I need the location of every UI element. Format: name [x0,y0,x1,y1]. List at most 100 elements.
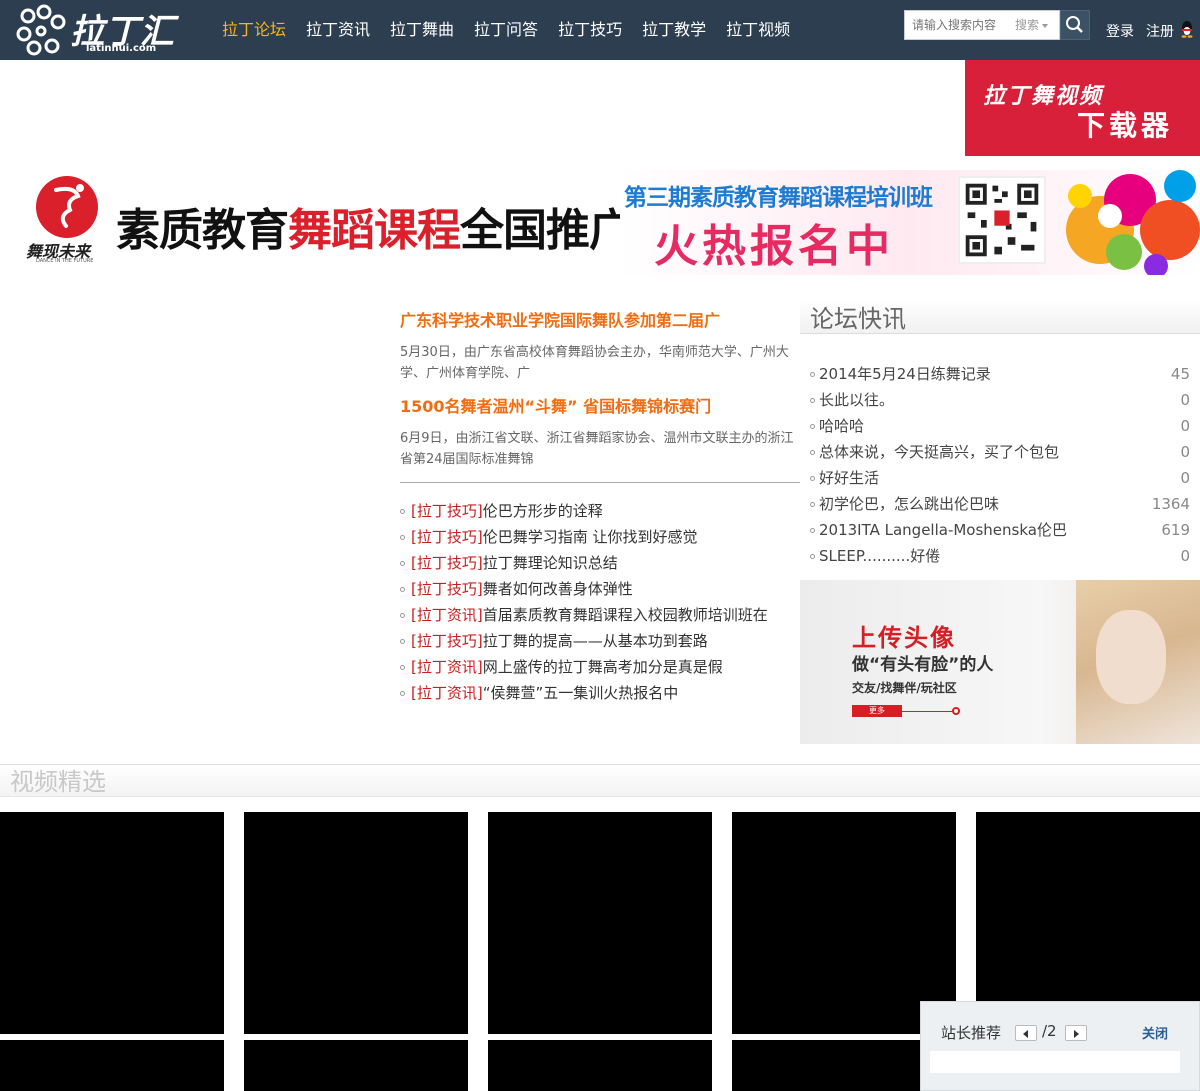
ad-line2: 下载器 [1077,109,1174,142]
video-thumbnail[interactable] [244,812,468,1034]
nav-item-teaching[interactable]: 拉丁教学 [632,0,716,60]
list-item[interactable]: 长此以往。 0 [800,387,1200,413]
search-input[interactable] [905,11,1011,39]
item-title[interactable]: 拉丁舞理论知识总结 [483,554,618,572]
post-count: 0 [1180,391,1190,409]
category-tag[interactable]: [拉丁技巧] [411,528,483,546]
nav-item-qa[interactable]: 拉丁问答 [464,0,548,60]
list-item[interactable]: 哈哈哈 0 [800,413,1200,439]
logo-flower-icon [16,4,66,56]
post-title[interactable]: 长此以往。 [819,391,894,409]
post-count: 0 [1180,547,1190,565]
search-button[interactable] [1060,10,1090,40]
list-item[interactable]: [拉丁技巧]拉丁舞的提高——从基本功到套路 [400,628,800,654]
list-item[interactable]: [拉丁资讯]首届素质教育舞蹈课程入校园教师培训班在 [400,602,800,628]
video-section-header: 视频精选 [0,764,1200,797]
dance-logo-emblem [36,176,98,238]
video-downloader-ad[interactable]: 拉丁舞视频 下载器 [965,60,1200,156]
bullet-icon [810,424,815,429]
login-link[interactable]: 登录 [1106,21,1134,41]
recommend-title: 站长推荐 [941,1024,1002,1042]
list-item[interactable]: [拉丁资讯]网上盛传的拉丁舞高考加分是真是假 [400,654,800,680]
list-item[interactable]: [拉丁技巧]伦巴舞学习指南 让你找到好感觉 [400,524,800,550]
section-title: 论坛快讯 [800,300,1200,334]
post-count: 0 [1180,417,1190,435]
headline-title[interactable]: 1500名舞者温州“斗舞” 省国标舞锦标赛门 [400,386,800,428]
register-link[interactable]: 注册 [1146,21,1174,41]
bullet-icon [810,476,815,481]
ad-line-decoration [902,711,954,712]
top-navigation-bar: 拉丁汇 latinhui.com 拉丁论坛 拉丁资讯 拉丁舞曲 拉丁问答 拉丁技… [0,0,1200,60]
post-title[interactable]: 好好生活 [819,469,879,487]
divider [400,482,800,483]
item-title[interactable]: “侯舞萱”五一集训火热报名中 [483,684,679,702]
post-title[interactable]: 2014年5月24日练舞记录 [819,365,991,383]
post-title[interactable]: 哈哈哈 [819,417,864,435]
list-item[interactable]: 2014年5月24日练舞记录 45 [800,361,1200,387]
item-title[interactable]: 舞者如何改善身体弹性 [483,580,633,598]
item-title[interactable]: 伦巴方形步的诠释 [483,502,603,520]
close-button[interactable]: 关闭 [1142,1023,1168,1042]
list-item[interactable]: [拉丁技巧]拉丁舞理论知识总结 [400,550,800,576]
bullet-icon [810,372,815,377]
ad-line-end-icon [952,707,960,715]
nav-item-skills[interactable]: 拉丁技巧 [548,0,632,60]
list-item[interactable]: [拉丁技巧]舞者如何改善身体弹性 [400,576,800,602]
item-title[interactable]: 首届素质教育舞蹈课程入校园教师培训班在 [483,606,768,624]
post-count: 1364 [1151,495,1190,513]
post-title[interactable]: 总体来说，今天挺高兴，买了个包包 [819,443,1059,461]
list-item[interactable]: 初学伦巴，怎么跳出伦巴味 1364 [800,491,1200,517]
item-title[interactable]: 网上盛传的拉丁舞高考加分是真是假 [483,658,723,676]
category-tag[interactable]: [拉丁技巧] [411,580,483,598]
video-thumbnail[interactable] [488,812,712,1034]
nav-item-music[interactable]: 拉丁舞曲 [380,0,464,60]
nav-item-video[interactable]: 拉丁视频 [716,0,800,60]
forum-flash-panel: 论坛快讯 2014年5月24日练舞记录 45 长此以往。 0 哈哈哈 0 总体来说，今… [800,300,1200,569]
video-thumbnail[interactable] [488,1040,712,1091]
chevron-down-icon [1042,23,1049,28]
post-title[interactable]: 初学伦巴，怎么跳出伦巴味 [819,495,999,513]
list-item[interactable]: SLEEP..........好倦 0 [800,543,1200,569]
prev-page-button[interactable] [1015,1025,1037,1041]
list-item[interactable]: [拉丁技巧]伦巴方形步的诠释 [400,498,800,524]
site-logo[interactable]: 拉丁汇 latinhui.com [12,2,182,58]
nav-item-news[interactable]: 拉丁资讯 [296,0,380,60]
nav-item-forum[interactable]: 拉丁论坛 [212,0,296,60]
category-tag[interactable]: [拉丁技巧] [411,554,483,572]
page-indicator: /2 [1042,1022,1057,1040]
post-title[interactable]: SLEEP..........好倦 [819,547,940,565]
list-item[interactable]: [拉丁资讯]“侯舞萱”五一集训火热报名中 [400,680,800,706]
video-thumbnail[interactable] [244,1040,468,1091]
list-item[interactable]: 总体来说，今天挺高兴，买了个包包 0 [800,439,1200,465]
model-face [1096,610,1166,704]
headline-description: 6月9日，由浙江省文联、浙江省舞蹈家协会、温州市文联主办的浙江省第24届国际标准… [400,431,794,467]
video-thumbnail[interactable] [0,1040,224,1091]
bullet-icon [810,398,815,403]
upload-avatar-ad[interactable]: 上传头像 做“有头有脸”的人 交友/找舞伴/玩社区 更多 [800,580,1200,744]
item-title[interactable]: 伦巴舞学习指南 让你找到好感觉 [483,528,698,546]
ad-button-label: 更多 [869,706,885,715]
bullet-icon [400,665,405,670]
ad-title: 上传头像 [852,624,956,652]
qq-penguin-icon[interactable] [1180,20,1194,38]
category-tag[interactable]: [拉丁技巧] [411,502,483,520]
ad-more-button[interactable]: 更多 [852,705,902,717]
logo-domain: latinhui.com [86,43,157,54]
post-title[interactable]: 2013ITA Langella-Moshenska伦巴 [819,521,1067,539]
item-title[interactable]: 拉丁舞的提高——从基本功到套路 [483,632,708,650]
news-list: [拉丁技巧]伦巴方形步的诠释 [拉丁技巧]伦巴舞学习指南 让你找到好感觉 [拉丁… [400,498,800,706]
list-item[interactable]: 好好生活 0 [800,465,1200,491]
search-type-dropdown[interactable]: 搜索 [1015,11,1049,39]
category-tag[interactable]: [拉丁资讯] [411,684,483,702]
bullet-icon [810,450,815,455]
category-tag[interactable]: [拉丁资讯] [411,658,483,676]
category-tag[interactable]: [拉丁资讯] [411,606,483,624]
list-item[interactable]: 2013ITA Langella-Moshenska伦巴 619 [800,517,1200,543]
headline-highlight: 舞蹈课程 [288,205,461,256]
dance-course-banner[interactable]: 舞现未来 DANCE IN THE FUTURE 素质教育舞蹈课程全国推广中心 … [0,170,1200,275]
category-tag[interactable]: [拉丁技巧] [411,632,483,650]
bullet-icon [810,502,815,507]
video-thumbnail[interactable] [0,812,224,1034]
headline-title[interactable]: 广东科学技术职业学院国际舞队参加第二届广 [400,300,800,342]
next-page-button[interactable] [1065,1025,1087,1041]
